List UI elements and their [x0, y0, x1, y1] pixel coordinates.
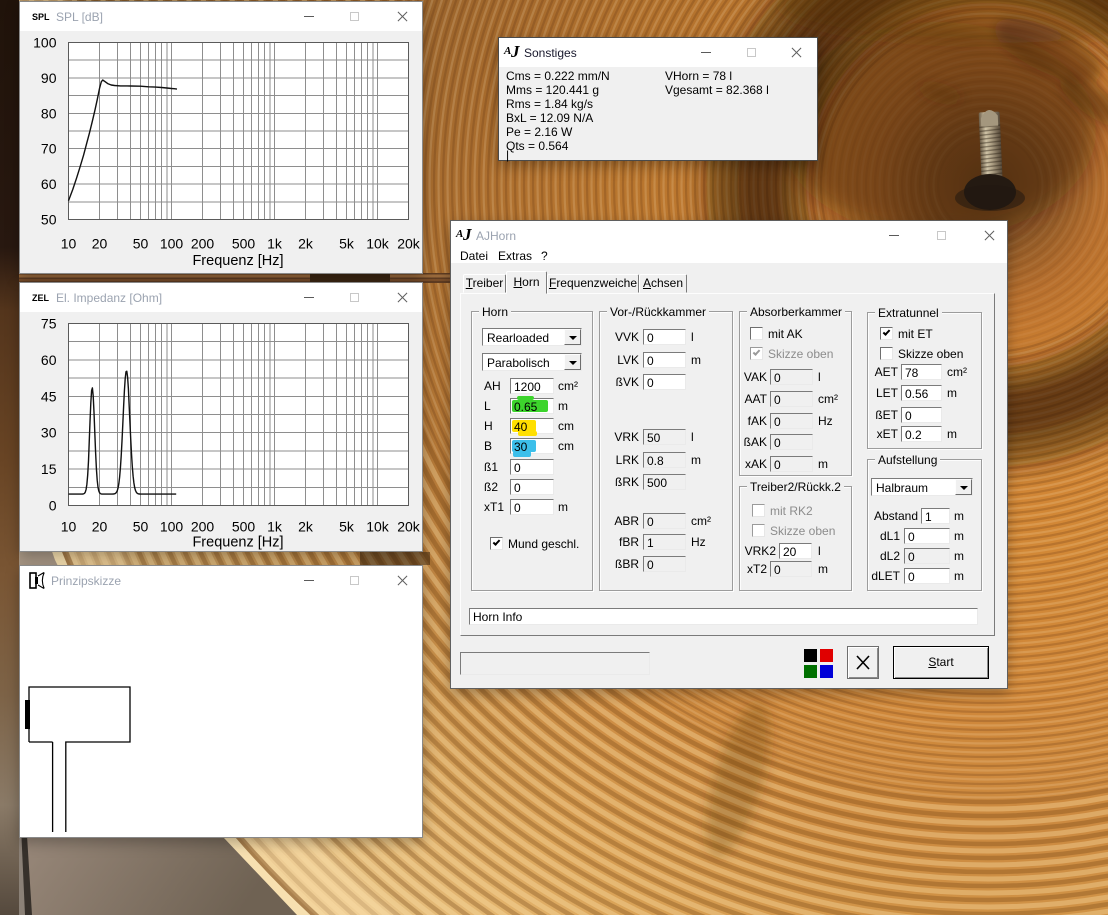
svg-text:2k: 2k — [298, 236, 314, 252]
svg-text:10k: 10k — [366, 236, 390, 252]
svg-text:100: 100 — [160, 519, 184, 535]
svg-text:45: 45 — [41, 388, 57, 404]
svg-text:20k: 20k — [397, 519, 421, 535]
svg-text:5k: 5k — [339, 519, 355, 535]
svg-text:10: 10 — [61, 236, 77, 252]
svg-text:5k: 5k — [339, 236, 355, 252]
svg-text:2k: 2k — [298, 519, 314, 535]
svg-text:75: 75 — [41, 316, 57, 332]
svg-text:Frequenz [Hz]: Frequenz [Hz] — [192, 253, 283, 269]
svg-text:Frequenz [Hz]: Frequenz [Hz] — [192, 535, 283, 551]
svg-text:60: 60 — [41, 176, 57, 192]
svg-text:500: 500 — [232, 236, 256, 252]
svg-text:20: 20 — [92, 236, 108, 252]
svg-text:15: 15 — [41, 461, 57, 477]
svg-text:200: 200 — [191, 519, 215, 535]
svg-text:20: 20 — [92, 519, 108, 535]
svg-text:0: 0 — [49, 498, 57, 514]
svg-text:10: 10 — [61, 519, 77, 535]
svg-text:30: 30 — [41, 425, 57, 441]
svg-text:1k: 1k — [267, 236, 283, 252]
svg-text:90: 90 — [41, 70, 57, 86]
svg-text:50: 50 — [133, 519, 149, 535]
svg-text:50: 50 — [133, 236, 149, 252]
svg-text:70: 70 — [41, 141, 57, 157]
svg-text:50: 50 — [41, 212, 57, 228]
svg-text:20k: 20k — [397, 236, 421, 252]
svg-text:500: 500 — [232, 519, 256, 535]
svg-text:200: 200 — [191, 236, 215, 252]
svg-text:10k: 10k — [366, 519, 390, 535]
svg-text:80: 80 — [41, 105, 57, 121]
svg-text:100: 100 — [160, 236, 184, 252]
svg-text:1k: 1k — [267, 519, 283, 535]
svg-text:60: 60 — [41, 352, 57, 368]
svg-text:100: 100 — [33, 35, 57, 51]
